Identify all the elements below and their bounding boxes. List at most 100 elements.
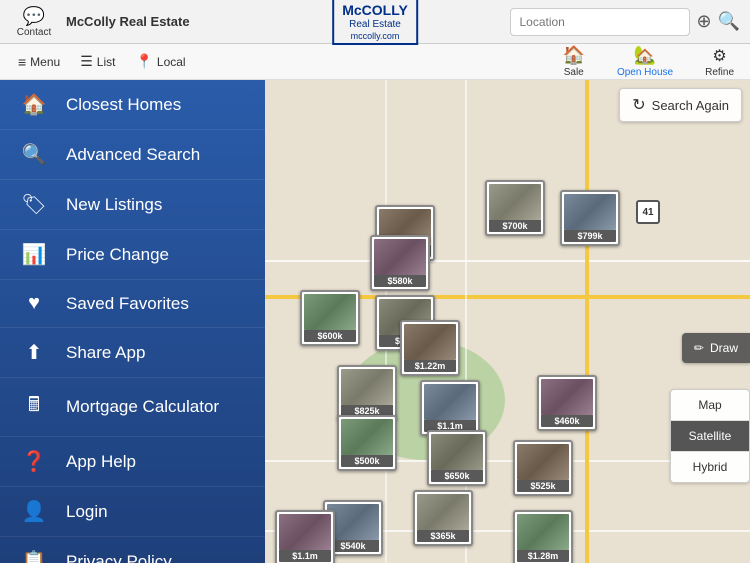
location-input[interactable] xyxy=(510,8,690,36)
pin-price-9: $460k xyxy=(541,415,593,427)
sidebar-item-login[interactable]: 👤 Login xyxy=(0,487,265,537)
draw-button[interactable]: ✏ Draw xyxy=(682,333,750,363)
login-icon: 👤 xyxy=(20,499,48,524)
logo: McCOLLY Real Estate mccolly.com xyxy=(332,0,418,45)
local-button[interactable]: 📍 Local xyxy=(127,49,193,74)
pin-price-2: $799k xyxy=(564,230,616,242)
sidebar-item-new-listings[interactable]: 🏷 New Listings xyxy=(0,180,265,230)
pin-price-15: $1.1m xyxy=(279,550,331,562)
pin-price-3: $580k xyxy=(374,275,426,287)
map-pin-10[interactable]: $500k xyxy=(337,415,397,471)
saved-favorites-label: Saved Favorites xyxy=(66,294,189,314)
map-view-button[interactable]: Map xyxy=(671,390,749,421)
sidebar-item-mortgage-calculator[interactable]: 🖩 Mortgage Calculator xyxy=(0,378,265,437)
logo-line2: Real Estate xyxy=(342,19,408,31)
search-bar: ⊕ 🔍 xyxy=(510,8,740,36)
road-yellow-v xyxy=(585,80,589,563)
share-app-label: Share App xyxy=(66,343,145,363)
map-area[interactable]: 41 ↻ Search Again ✏ Draw Map Satellite H… xyxy=(265,80,750,563)
road-h1 xyxy=(265,260,750,262)
pin-image-10 xyxy=(341,419,393,455)
satellite-label: Satellite xyxy=(689,429,732,443)
new-listings-label: New Listings xyxy=(66,195,162,215)
sale-tab[interactable]: 🏠 Sale xyxy=(557,43,591,80)
map-pin-16[interactable]: $1.28m xyxy=(513,510,573,563)
map-pin-8[interactable]: $1.1m xyxy=(420,380,480,436)
contact-label: Contact xyxy=(17,27,51,38)
map-pin-6[interactable]: $1.22m xyxy=(400,320,460,376)
sidebar-item-saved-favorites[interactable]: ♥ Saved Favorites xyxy=(0,280,265,328)
price-change-label: Price Change xyxy=(66,245,169,265)
share-app-icon: ⬆ xyxy=(20,340,48,365)
local-label: Local xyxy=(157,55,186,69)
pin-image-3 xyxy=(374,239,426,275)
advanced-search-icon: 🔍 xyxy=(20,142,48,167)
sidebar-item-closest-homes[interactable]: 🏠 Closest Homes xyxy=(0,80,265,130)
refine-label: Refine xyxy=(705,67,734,78)
new-listings-icon: 🏷 xyxy=(20,192,48,217)
satellite-view-button[interactable]: Satellite xyxy=(671,421,749,452)
open-house-icon: 🏡 xyxy=(634,45,656,66)
map-pin-15[interactable]: $1.1m xyxy=(275,510,335,563)
map-pin-3[interactable]: $580k xyxy=(370,235,430,291)
logo-line1: McCOLLY xyxy=(342,2,408,19)
pin-price-1: $700k xyxy=(489,220,541,232)
sidebar-item-privacy-policy[interactable]: 📋 Privacy Policy xyxy=(0,537,265,563)
pin-image-6 xyxy=(404,324,456,360)
pin-price-6: $1.22m xyxy=(404,360,456,372)
map-pin-2[interactable]: $799k xyxy=(560,190,620,246)
privacy-policy-label: Privacy Policy xyxy=(66,552,172,563)
search-again-label: Search Again xyxy=(652,98,729,113)
sidebar-item-advanced-search[interactable]: 🔍 Advanced Search xyxy=(0,130,265,180)
pin-image-15 xyxy=(279,514,331,550)
app-help-icon: ❓ xyxy=(20,449,48,474)
menu-label: Menu xyxy=(30,55,60,69)
pin-image-13 xyxy=(417,494,469,530)
menu-icon: ≡ xyxy=(18,54,26,70)
pin-price-13: $365k xyxy=(417,530,469,542)
logo-line3: mccolly.com xyxy=(342,31,408,42)
pencil-icon: ✏ xyxy=(694,341,704,355)
login-label: Login xyxy=(66,502,108,522)
contact-button[interactable]: 💬 Contact xyxy=(10,6,58,38)
sidebar-item-share-app[interactable]: ⬆ Share App xyxy=(0,328,265,378)
map-pin-13[interactable]: $365k xyxy=(413,490,473,546)
sale-icon: 🏠 xyxy=(563,45,585,66)
pin-image-8 xyxy=(424,384,476,420)
map-pin-7[interactable]: $825k xyxy=(337,365,397,421)
privacy-policy-icon: 📋 xyxy=(20,549,48,563)
pin-image-9 xyxy=(541,379,593,415)
map-pin-1[interactable]: $700k xyxy=(485,180,545,236)
pin-image-4 xyxy=(304,294,356,330)
map-pin-4[interactable]: $600k xyxy=(300,290,360,346)
pin-price-10: $500k xyxy=(341,455,393,467)
refine-icon: ⚙ xyxy=(712,46,726,66)
search-again-button[interactable]: ↻ Search Again xyxy=(619,88,742,122)
list-button[interactable]: ☰ List xyxy=(72,49,123,74)
sidebar-item-price-change[interactable]: 📊 Price Change xyxy=(0,230,265,280)
pin-image-7 xyxy=(341,369,393,405)
sidebar-item-app-help[interactable]: ❓ App Help xyxy=(0,437,265,487)
pin-price-16: $1.28m xyxy=(517,550,569,562)
map-pin-12[interactable]: $525k xyxy=(513,440,573,496)
draw-label: Draw xyxy=(710,341,738,355)
toolbar: ≡ Menu ☰ List 📍 Local 🏠 Sale 🏡 Open Hous… xyxy=(0,44,750,80)
pin-price-4: $600k xyxy=(304,330,356,342)
hybrid-view-button[interactable]: Hybrid xyxy=(671,452,749,482)
open-house-tab[interactable]: 🏡 Open House xyxy=(611,43,679,80)
refine-button[interactable]: ⚙ Refine xyxy=(699,44,740,80)
map-pin-11[interactable]: $650k xyxy=(427,430,487,486)
gps-icon[interactable]: ⊕ xyxy=(696,11,711,32)
search-icon[interactable]: 🔍 xyxy=(718,11,740,32)
app-help-label: App Help xyxy=(66,452,136,472)
company-name: McColly Real Estate xyxy=(66,14,190,29)
open-house-label: Open House xyxy=(617,67,673,78)
app-header: 💬 Contact McColly Real Estate McCOLLY Re… xyxy=(0,0,750,44)
map-label: Map xyxy=(698,398,721,412)
pin-image-2 xyxy=(564,194,616,230)
map-pin-9[interactable]: $460k xyxy=(537,375,597,431)
refresh-icon: ↻ xyxy=(632,95,645,115)
menu-button[interactable]: ≡ Menu xyxy=(10,50,68,74)
list-icon: ☰ xyxy=(80,53,93,70)
pin-price-11: $650k xyxy=(431,470,483,482)
